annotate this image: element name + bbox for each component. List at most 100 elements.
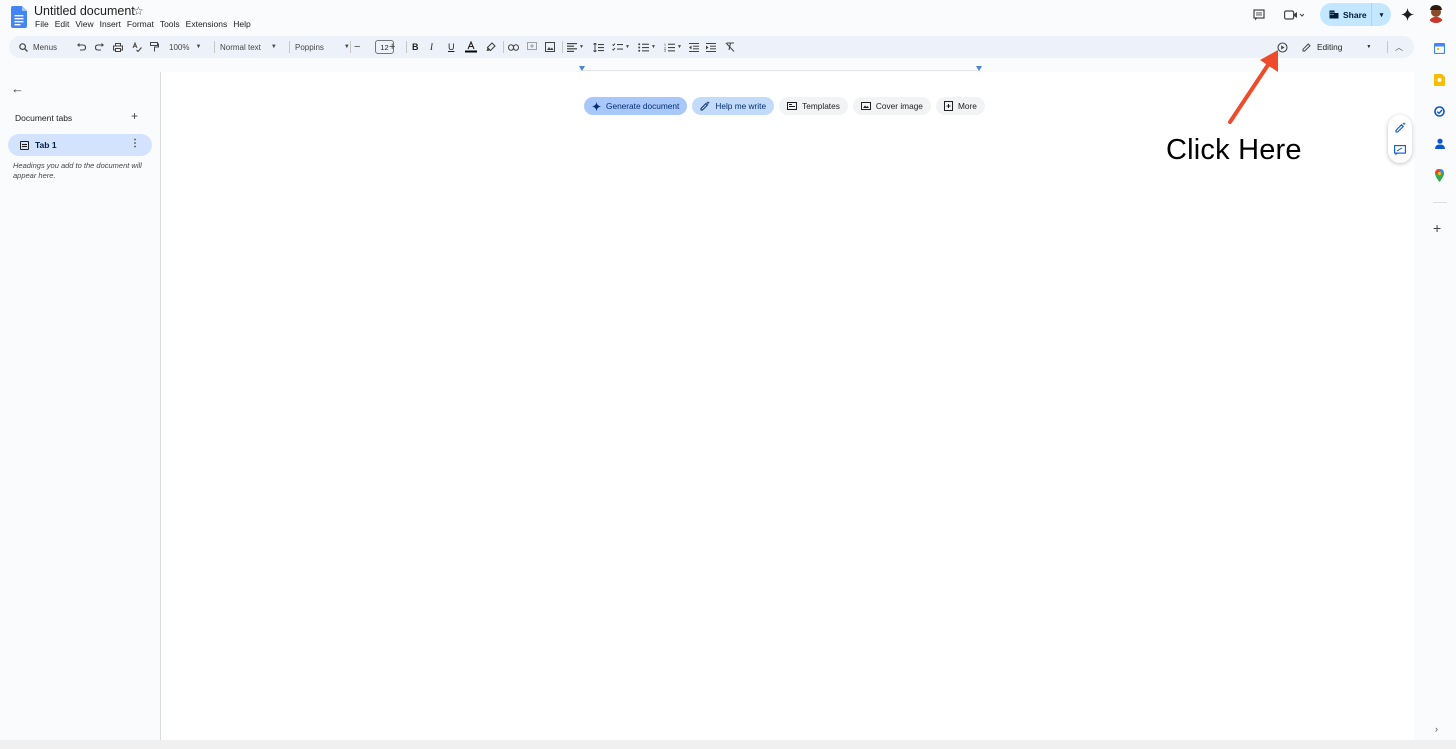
floating-actions-panel xyxy=(1388,115,1412,163)
toolbar-divider xyxy=(406,41,407,53)
keep-icon[interactable] xyxy=(1434,74,1445,86)
menu-file[interactable]: File xyxy=(35,18,54,30)
google-docs-app: Untitled document ☆ File Edit View Inser… xyxy=(0,0,1456,749)
gemini-icon[interactable] xyxy=(1401,8,1414,21)
calendar-icon[interactable] xyxy=(1434,43,1445,54)
templates-chip[interactable]: Templates xyxy=(779,97,848,115)
decrease-indent-button[interactable] xyxy=(689,36,699,58)
menu-help[interactable]: Help xyxy=(233,18,255,30)
bold-button[interactable]: B xyxy=(412,36,419,58)
share-label: Share xyxy=(1343,9,1367,20)
document-canvas[interactable] xyxy=(161,72,1414,740)
highlighter-icon xyxy=(486,42,496,52)
text-color-icon xyxy=(465,41,477,53)
increase-font-size-button[interactable]: + xyxy=(389,36,395,58)
editing-mode-value: Editing xyxy=(1317,42,1343,52)
avatar[interactable] xyxy=(1427,5,1445,23)
numbered-list-select[interactable]: 123 ▼ xyxy=(664,36,682,58)
spellcheck-button[interactable] xyxy=(132,36,142,58)
bold-icon: B xyxy=(412,42,419,52)
clear-formatting-button[interactable] xyxy=(725,36,735,58)
document-title[interactable]: Untitled document xyxy=(34,4,135,18)
paint-format-button[interactable] xyxy=(150,36,159,58)
comment-history-icon[interactable] xyxy=(1253,9,1265,21)
chevron-down-icon: ▼ xyxy=(651,44,656,50)
add-comment-icon[interactable] xyxy=(1394,145,1406,156)
decrease-indent-icon xyxy=(689,42,699,52)
generate-document-chip[interactable]: Generate document xyxy=(584,97,688,115)
menu-format[interactable]: Format xyxy=(127,18,159,30)
maps-icon[interactable] xyxy=(1435,169,1444,182)
get-add-ons-icon[interactable]: + xyxy=(1433,220,1441,236)
pen-sparkle-icon[interactable] xyxy=(1395,122,1406,133)
print-icon xyxy=(113,42,123,52)
chevron-right-icon[interactable]: › xyxy=(1435,724,1438,734)
tasks-icon[interactable] xyxy=(1434,106,1445,117)
menu-view[interactable]: View xyxy=(75,18,98,30)
add-tab-icon[interactable]: + xyxy=(131,109,138,123)
chevron-down-icon: ▼ xyxy=(677,44,682,50)
share-dropdown-icon[interactable]: ▾ xyxy=(1372,11,1391,19)
insert-image-button[interactable] xyxy=(545,36,555,58)
meet-icon[interactable] xyxy=(1284,10,1304,20)
annotation-text: Click Here xyxy=(1166,134,1302,166)
align-select[interactable]: ▼ xyxy=(567,36,584,58)
back-arrow-icon[interactable]: ← xyxy=(11,81,24,96)
paint-format-icon xyxy=(150,42,159,52)
highlight-color-button[interactable] xyxy=(486,36,496,58)
numbered-list-icon: 123 xyxy=(664,43,675,52)
text-color-button[interactable] xyxy=(465,36,477,58)
plus-icon: + xyxy=(389,41,396,53)
increase-indent-button[interactable] xyxy=(706,36,716,58)
editing-mode-select[interactable]: Editing ▼ xyxy=(1302,36,1371,58)
chevron-down-icon: ▼ xyxy=(270,44,277,50)
insert-link-button[interactable] xyxy=(508,36,519,58)
tab-item-tab-1[interactable]: Tab 1 ⋮ xyxy=(8,134,152,156)
italic-button[interactable]: I xyxy=(430,36,433,58)
insert-comment-button[interactable] xyxy=(527,36,537,58)
cover-image-chip[interactable]: Cover image xyxy=(852,97,931,115)
minus-icon: − xyxy=(354,41,361,53)
more-chip[interactable]: More xyxy=(935,97,985,115)
menus-search[interactable]: Menus xyxy=(19,36,57,58)
more-vert-icon[interactable]: ⋮ xyxy=(130,138,140,149)
print-button[interactable] xyxy=(113,36,123,58)
contacts-icon[interactable] xyxy=(1435,138,1445,149)
menus-label: Menus xyxy=(33,42,58,52)
bulleted-list-select[interactable]: ▼ xyxy=(638,36,656,58)
right-indent-marker[interactable] xyxy=(976,66,982,71)
style-value: Normal text xyxy=(220,42,261,52)
italic-icon: I xyxy=(430,42,433,52)
chip-label: Generate document xyxy=(606,101,680,111)
star-icon[interactable]: ☆ xyxy=(133,4,144,18)
share-button[interactable]: Share ▾ xyxy=(1320,3,1391,26)
menu-edit[interactable]: Edit xyxy=(55,18,75,30)
style-select[interactable]: Normal text ▼ xyxy=(220,36,277,58)
menu-tools[interactable]: Tools xyxy=(160,18,185,30)
redo-button[interactable] xyxy=(95,36,104,58)
underline-button[interactable]: U xyxy=(448,36,455,58)
font-select[interactable]: Poppins ▼ xyxy=(295,36,350,58)
undo-button[interactable] xyxy=(77,36,86,58)
menu-insert[interactable]: Insert xyxy=(100,18,126,30)
pencil-icon xyxy=(1302,42,1311,51)
help-me-write-chip[interactable]: Help me write xyxy=(692,97,775,115)
tab-label: Tab 1 xyxy=(35,140,57,150)
line-spacing-button[interactable] xyxy=(593,36,604,58)
align-left-icon xyxy=(567,42,577,52)
docs-logo-icon[interactable] xyxy=(11,6,27,28)
share-main-button[interactable]: Share xyxy=(1320,3,1372,26)
toolbar-divider xyxy=(214,41,215,53)
checklist-select[interactable]: ▼ xyxy=(612,36,630,58)
tab-document-icon xyxy=(20,140,29,150)
left-indent-marker[interactable] xyxy=(579,66,585,71)
redo-icon xyxy=(95,43,104,51)
toolbar-divider xyxy=(289,41,290,53)
ruler-line xyxy=(580,70,980,71)
title-bar: Untitled document ☆ File Edit View Inser… xyxy=(0,0,1445,34)
toolbar-divider xyxy=(562,41,563,53)
decrease-font-size-button[interactable]: − xyxy=(354,36,360,58)
zoom-select[interactable]: 100% ▼ xyxy=(169,36,201,58)
menu-extensions[interactable]: Extensions xyxy=(186,18,233,30)
hide-menus-button[interactable]: ︿ xyxy=(1395,36,1403,58)
